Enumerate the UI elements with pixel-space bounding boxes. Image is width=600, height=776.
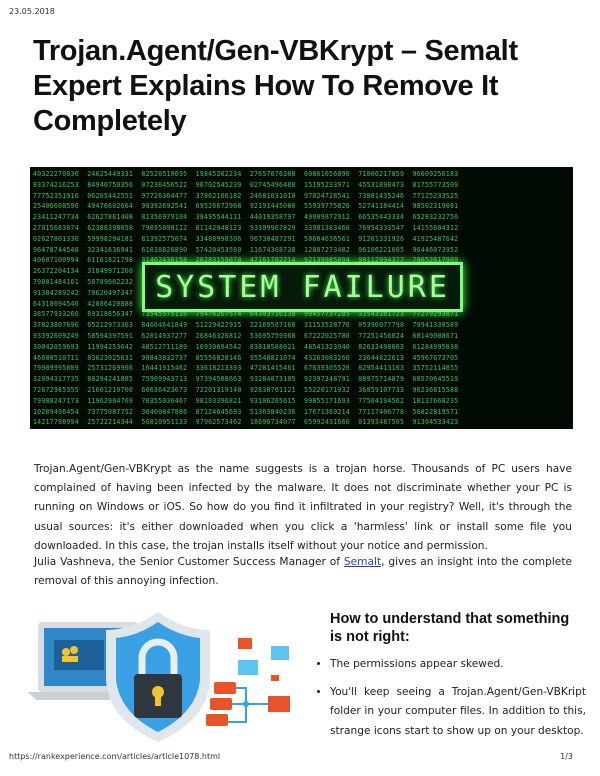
server-icon bbox=[206, 682, 236, 726]
footer-url: https://rankexperience.com/articles/arti… bbox=[9, 752, 221, 761]
page-title: Trojan.Agent/Gen-VBKrypt – Semalt Expert… bbox=[33, 35, 518, 137]
symptom-list: The permissions appear skewed. You'll ke… bbox=[316, 655, 586, 750]
section-heading: How to understand that something is not … bbox=[330, 611, 570, 645]
list-item: The permissions appear skewed. bbox=[330, 655, 586, 674]
page-number: 1/3 bbox=[560, 752, 573, 761]
system-failure-text: SYSTEM FAILURE bbox=[142, 262, 463, 312]
semalt-link[interactable]: Semalt bbox=[344, 556, 381, 568]
expert-paragraph: Julia Vashneva, the Senior Customer Succ… bbox=[34, 553, 572, 591]
list-item: You'll keep seeing a Trojan.Agent/Gen-VB… bbox=[330, 683, 586, 741]
system-failure-image: 40322270036 24625449331 82526519695 1984… bbox=[30, 167, 573, 429]
intro-paragraph: Trojan.Agent/Gen-VBKrypt as the name sug… bbox=[34, 463, 572, 552]
text: Julia Vashneva, the Senior Customer Succ… bbox=[34, 556, 344, 568]
date: 23.05.2018 bbox=[9, 7, 55, 16]
security-illustration bbox=[28, 612, 290, 742]
